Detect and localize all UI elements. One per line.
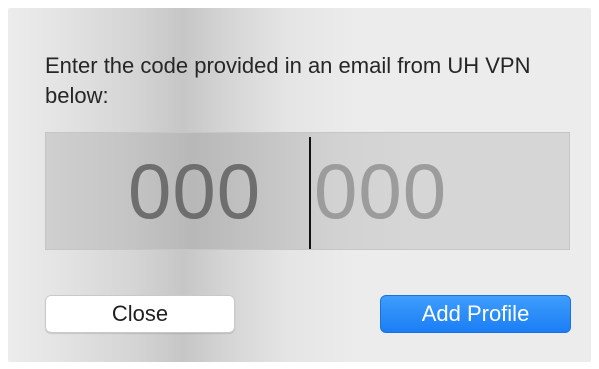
code-second-half[interactable]: 000: [314, 133, 447, 249]
prompt-text: Enter the code provided in an email from…: [45, 53, 531, 108]
text-caret: [309, 137, 311, 249]
code-first-half[interactable]: 000: [128, 133, 261, 249]
verification-code-field[interactable]: 000 000: [45, 132, 570, 250]
code-entry-dialog: Enter the code provided in an email from…: [8, 8, 591, 362]
close-button[interactable]: Close: [45, 295, 235, 333]
add-profile-button[interactable]: Add Profile: [380, 295, 571, 333]
